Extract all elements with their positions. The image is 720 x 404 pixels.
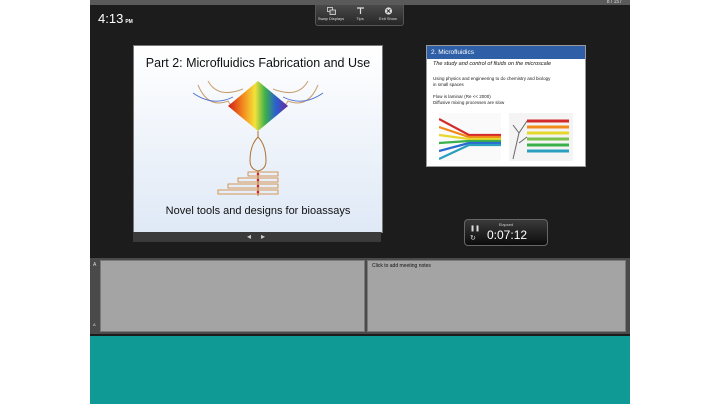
next-slide-button[interactable]: ▸ xyxy=(261,232,265,242)
exit-show-label: Exit Show xyxy=(379,16,397,21)
tips-label: Tips xyxy=(356,16,364,21)
swap-displays-label: Swap Displays xyxy=(317,16,345,21)
next-slide-bullet-1b: in small spaces xyxy=(433,81,464,87)
swap-displays-button[interactable]: Swap Displays xyxy=(317,6,345,25)
gradient-mixer-image xyxy=(509,113,573,161)
clock-time: 4:13 xyxy=(98,11,124,26)
current-slide-subtitle: Novel tools and designs for bioassays xyxy=(165,205,351,217)
meeting-notes-panel[interactable]: Click to add meeting notes xyxy=(367,260,626,332)
tips-button[interactable]: Tips xyxy=(346,6,374,25)
laminar-flow-image xyxy=(439,113,501,161)
clock-ampm: PM xyxy=(125,19,133,25)
text-size-large-button[interactable]: A xyxy=(93,262,96,268)
reset-icon[interactable]: ↻ xyxy=(470,234,476,242)
microfluidic-device-image xyxy=(192,80,324,196)
exit-show-button[interactable]: Exit Show xyxy=(374,6,402,25)
next-slide-preview[interactable]: 2. Microfluidics The study and control o… xyxy=(426,45,586,167)
next-slide-heading: 2. Microfluidics xyxy=(427,46,585,59)
current-slide-title: Part 2: Microfluidics Fabrication and Us… xyxy=(145,56,371,70)
slide-counter: 8 / 157 xyxy=(606,0,622,5)
next-slide-bullet-3: Diffusive mixing processes are slow xyxy=(433,99,505,105)
toolbar: Swap Displays Tips Exit Show xyxy=(315,5,404,26)
slide-nav-bar: ◂ ▸ xyxy=(133,232,381,242)
current-slide[interactable]: Part 2: Microfluidics Fabrication and Us… xyxy=(133,45,383,233)
close-icon xyxy=(384,7,392,15)
swap-displays-icon xyxy=(326,7,336,15)
elapsed-timer: Elapsed ❚❚ ↻ 0:07:12 xyxy=(464,219,548,246)
presenter-window: 8 / 157 4:13 PM Swap Displays Tips Exit S… xyxy=(90,0,630,404)
text-size-small-button[interactable]: A xyxy=(93,322,96,327)
pause-icon[interactable]: ❚❚ xyxy=(470,225,480,232)
presenter-notes-panel[interactable] xyxy=(100,260,365,332)
next-slide-subtitle: The study and control of fluids on the m… xyxy=(433,61,552,67)
previous-slide-button[interactable]: ◂ xyxy=(247,232,251,242)
bottom-bar xyxy=(90,336,630,404)
timer-value: 0:07:12 xyxy=(487,228,528,242)
meeting-notes-placeholder: Click to add meeting notes xyxy=(372,263,431,269)
tips-icon xyxy=(356,7,364,14)
clock: 4:13 PM xyxy=(98,10,133,28)
